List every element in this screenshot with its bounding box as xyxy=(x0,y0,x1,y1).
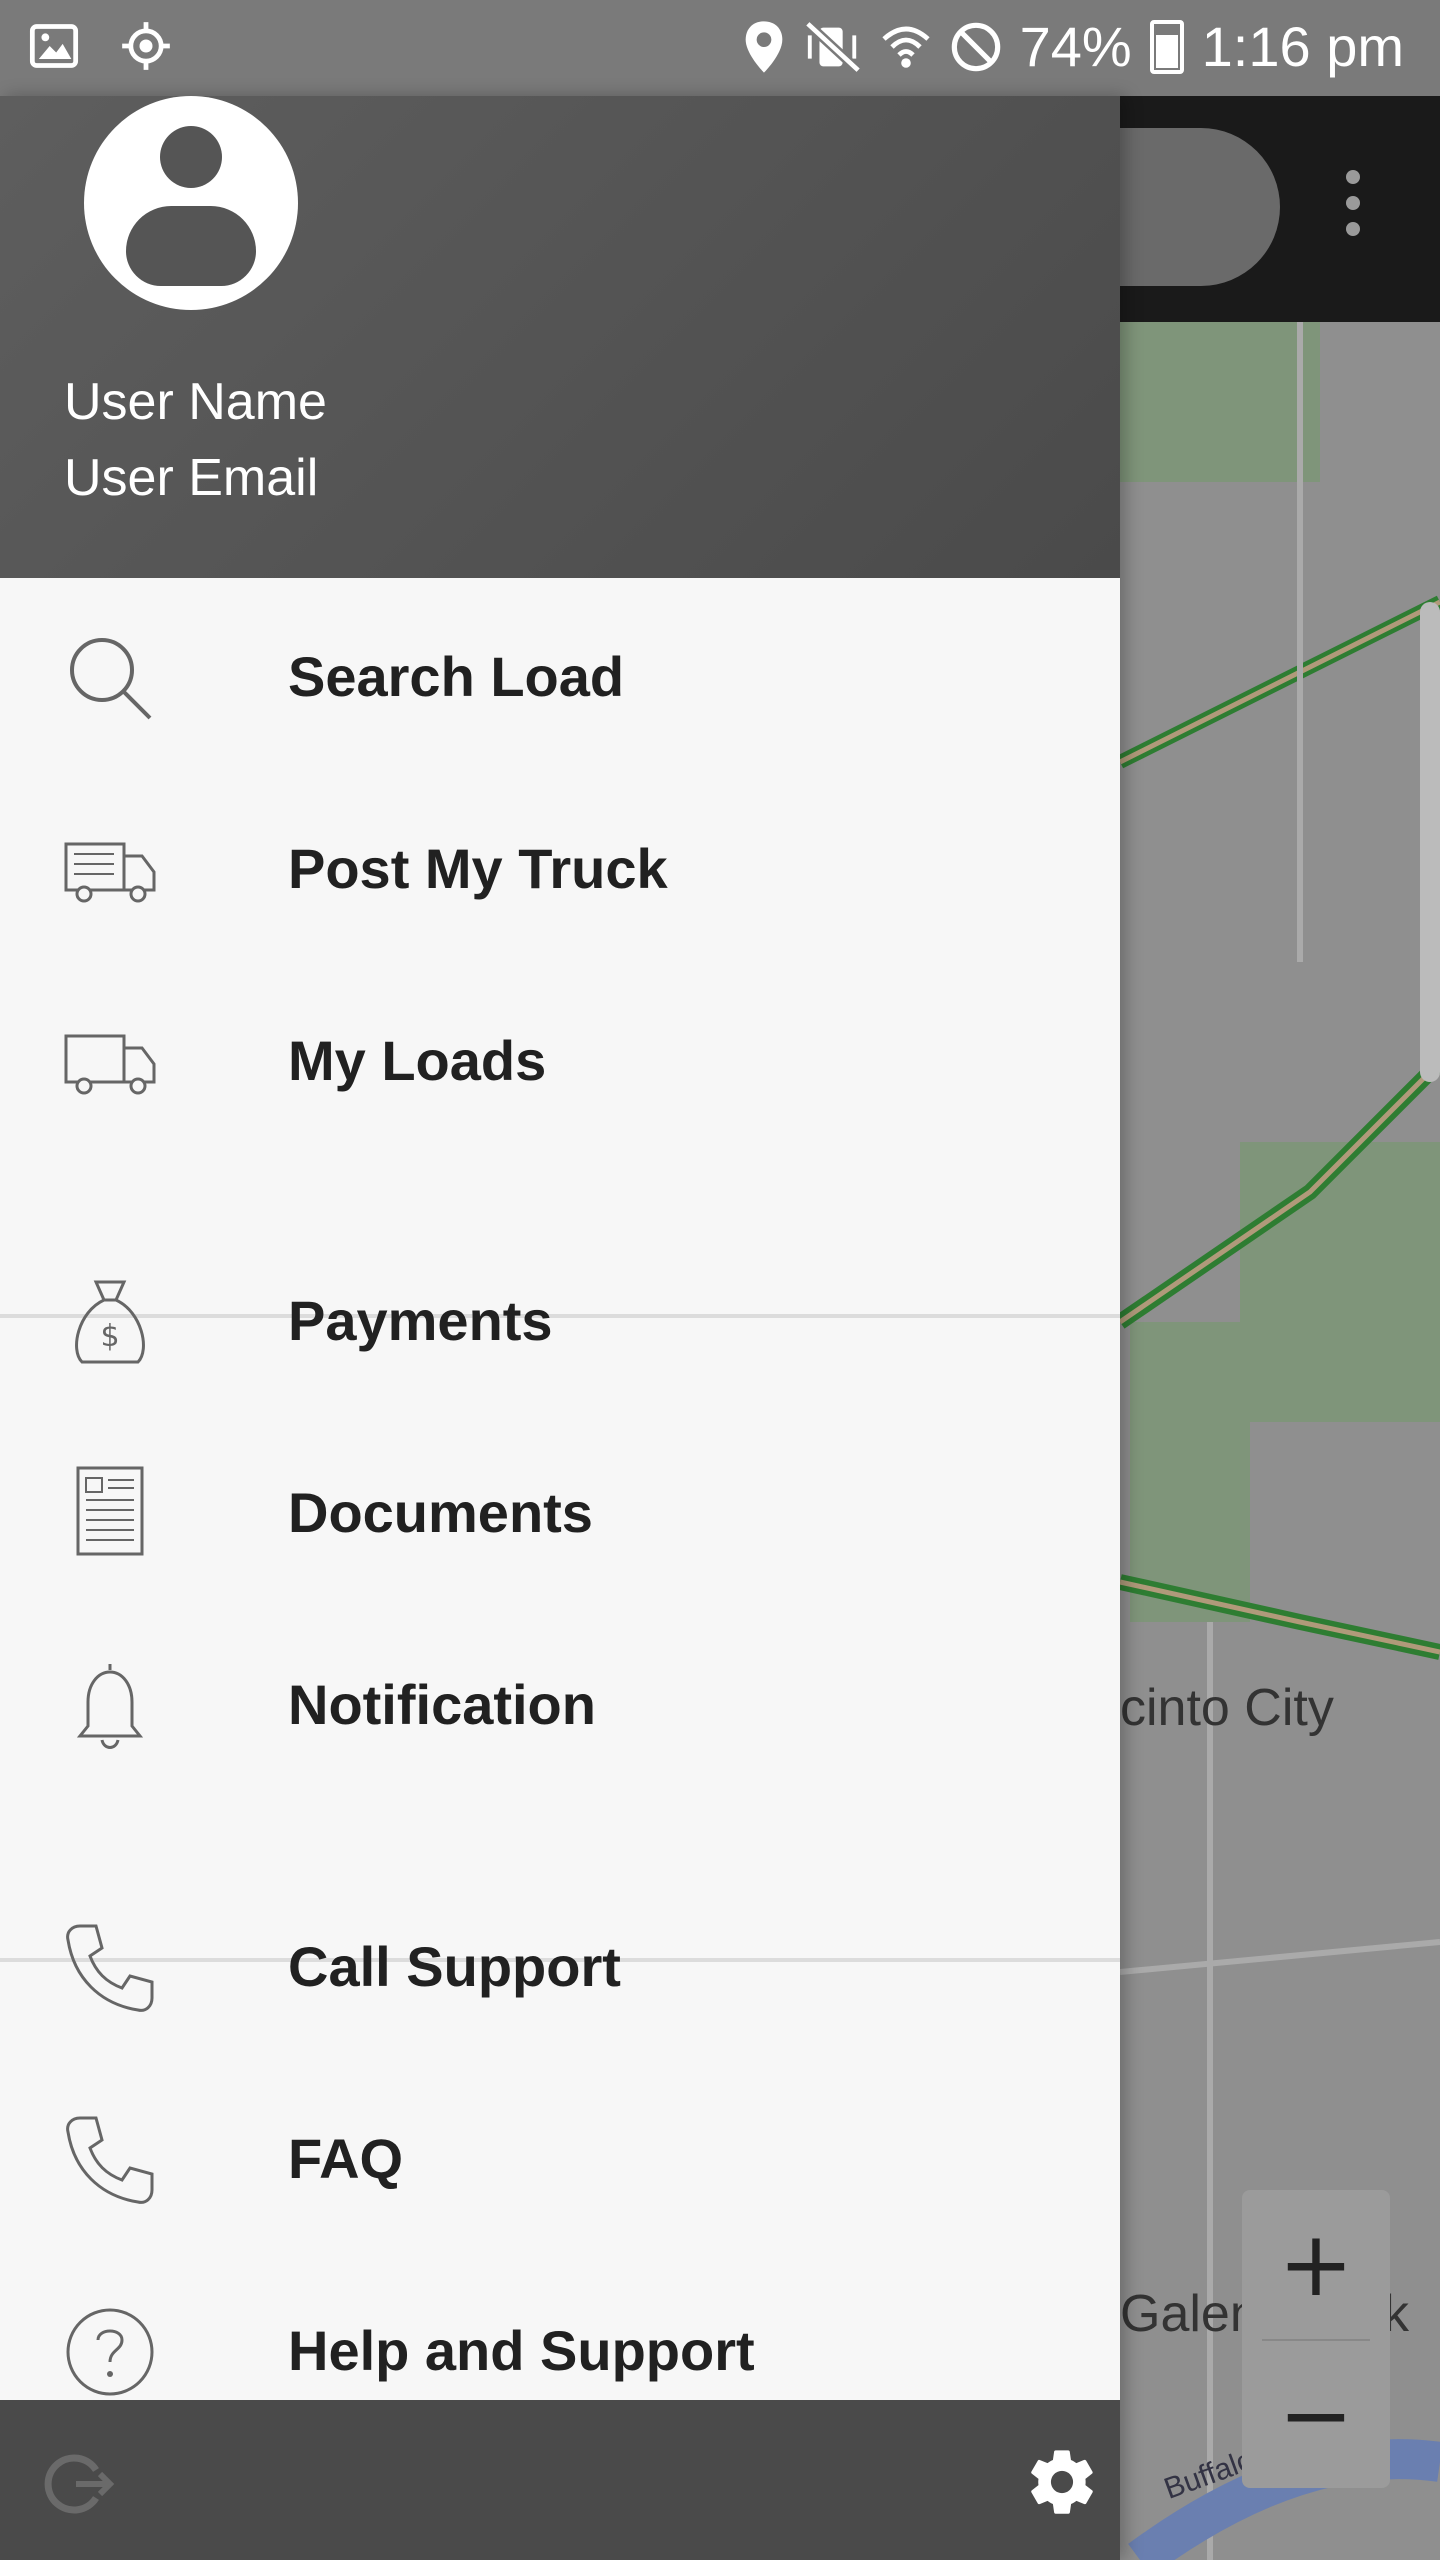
logout-icon[interactable] xyxy=(36,2444,116,2524)
battery-percent: 74% xyxy=(1019,15,1132,78)
menu-item-label: Payments xyxy=(288,1289,553,1352)
search-icon xyxy=(70,638,152,720)
battery-icon xyxy=(1149,19,1184,74)
menu-item-label: Notification xyxy=(288,1673,596,1736)
overflow-menu-icon[interactable] xyxy=(1338,170,1368,250)
menu-item-call-support[interactable]: Call Support xyxy=(0,1868,1120,2058)
image-icon xyxy=(29,24,79,68)
map-label-city: cinto City xyxy=(1120,1679,1334,1737)
money-bag-icon: $ xyxy=(75,1280,145,1364)
menu-item-label: FAQ xyxy=(288,2127,404,2190)
menu-item-payments[interactable]: $ Payments xyxy=(0,1222,1120,1412)
menu-item-faq[interactable]: FAQ xyxy=(0,2060,1120,2250)
do-not-disturb-icon xyxy=(951,22,1000,71)
zoom-in-button[interactable]: + xyxy=(1242,2190,1390,2339)
menu-item-label: Call Support xyxy=(288,1935,621,1998)
wifi-icon xyxy=(881,26,930,68)
menu-item-documents[interactable]: Documents xyxy=(0,1414,1120,1604)
menu-item-notification[interactable]: Notification xyxy=(0,1606,1120,1796)
settings-icon[interactable] xyxy=(1024,2444,1100,2520)
location-target-icon xyxy=(122,22,170,70)
menu-item-label: My Loads xyxy=(288,1029,547,1092)
menu-item-my-loads[interactable]: My Loads xyxy=(0,962,1120,1152)
vibrate-mute-icon xyxy=(804,19,861,74)
truck-icon xyxy=(64,1034,156,1095)
user-email: User Email xyxy=(64,449,319,507)
status-bar: 74% 1:16 pm xyxy=(0,0,1440,96)
drawer-footer xyxy=(0,2400,1120,2560)
bell-icon xyxy=(76,1664,144,1749)
menu-item-label: Help and Support xyxy=(288,2319,755,2382)
avatar[interactable] xyxy=(84,96,298,310)
document-icon xyxy=(76,1466,144,1556)
location-pin-icon xyxy=(745,20,782,73)
zoom-out-button[interactable]: − xyxy=(1242,2341,1390,2490)
user-name: User Name xyxy=(64,373,327,431)
clock: 1:16 pm xyxy=(1201,15,1404,78)
menu-item-label: Documents xyxy=(288,1481,593,1544)
menu-item-label: Post My Truck xyxy=(288,837,668,900)
menu-item-search-load[interactable]: Search Load xyxy=(0,578,1120,768)
menu-item-label: Search Load xyxy=(288,645,625,708)
svg-text:$: $ xyxy=(100,1319,119,1354)
phone-icon xyxy=(66,2116,154,2204)
truck-icon xyxy=(64,842,156,903)
navigation-drawer: User Name User Email Search Load Post My… xyxy=(0,96,1120,2560)
zoom-controls: + − xyxy=(1242,2190,1390,2488)
drawer-menu: Search Load Post My Truck My Loads $ Pay… xyxy=(0,578,1120,2498)
phone-icon xyxy=(66,1924,154,2012)
menu-item-post-my-truck[interactable]: Post My Truck xyxy=(0,770,1120,960)
help-icon xyxy=(66,2308,154,2396)
drawer-header: User Name User Email xyxy=(0,96,1120,578)
